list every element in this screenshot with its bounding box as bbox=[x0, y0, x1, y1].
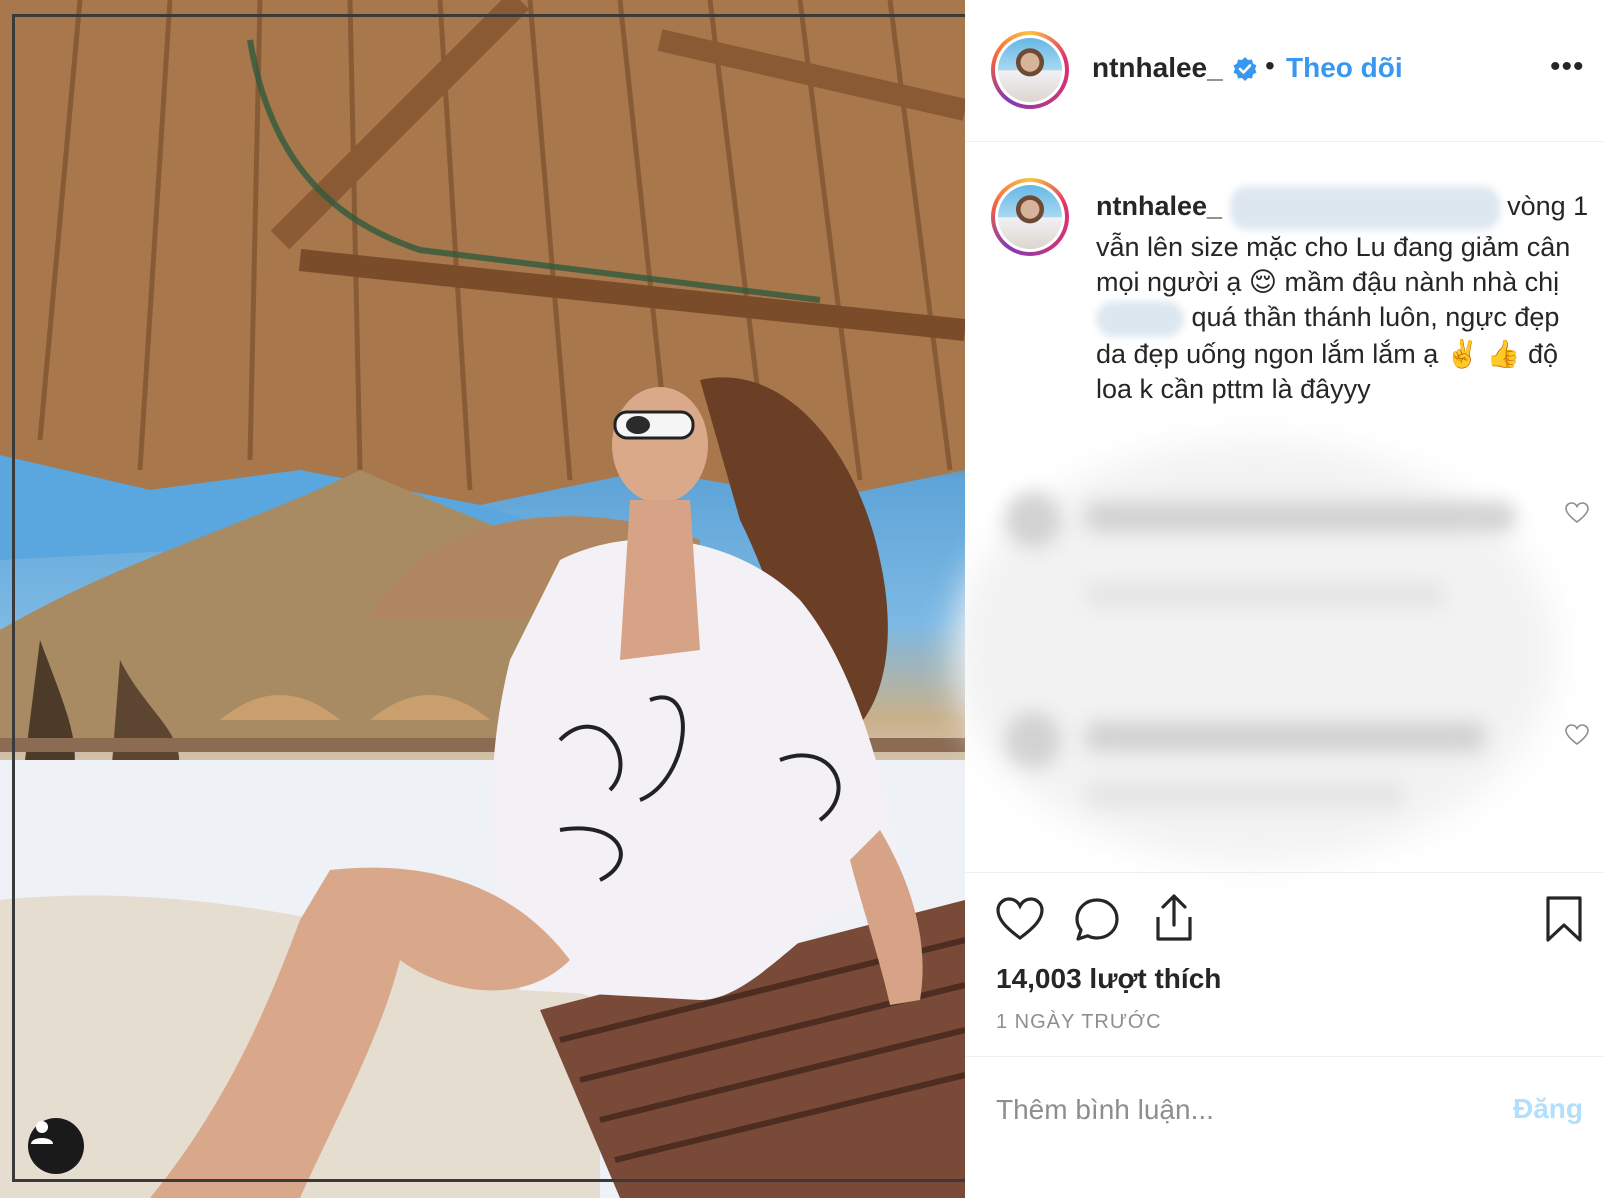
follow-button[interactable]: Theo dõi bbox=[1286, 52, 1403, 84]
comment-like-icon[interactable] bbox=[1565, 502, 1589, 524]
post-comment-button[interactable]: Đăng bbox=[1513, 1093, 1583, 1125]
comment-bubble-icon[interactable] bbox=[1074, 897, 1120, 943]
add-comment-bar: Đăng bbox=[965, 1056, 1604, 1182]
comment-like-icon[interactable] bbox=[1565, 724, 1589, 746]
blurred-comment-line bbox=[1085, 782, 1405, 808]
author-username[interactable]: ntnhalee_ bbox=[1092, 52, 1223, 84]
redacted-text bbox=[1229, 186, 1500, 230]
blurred-avatar bbox=[1005, 712, 1061, 768]
post-side-panel: ntnhalee_ • Theo dõi ••• ntnhalee_ vòng … bbox=[955, 14, 1604, 1182]
more-options-button[interactable]: ••• bbox=[1550, 50, 1585, 84]
comment-input[interactable] bbox=[996, 1085, 1466, 1135]
caption-username[interactable]: ntnhalee_ bbox=[1096, 191, 1222, 221]
post-actions: 14,003 lượt thích 1 NGÀY TRƯỚC bbox=[965, 872, 1604, 1058]
caption-author-avatar[interactable] bbox=[991, 178, 1069, 256]
author-avatar[interactable] bbox=[991, 31, 1069, 109]
redacted-text bbox=[1096, 300, 1184, 337]
blurred-comment-line bbox=[1085, 582, 1445, 608]
post-header: ntnhalee_ • Theo dõi ••• bbox=[965, 14, 1604, 142]
post-timestamp[interactable]: 1 NGÀY TRƯỚC bbox=[996, 1011, 1162, 1034]
comments-list bbox=[955, 442, 1604, 862]
blurred-comment-line bbox=[1085, 722, 1485, 752]
caption-text: ntnhalee_ vòng 1 vẫn lên size mặc cho Lu… bbox=[1096, 186, 1596, 407]
blurred-avatar bbox=[1005, 492, 1061, 548]
share-icon[interactable] bbox=[1152, 893, 1196, 943]
likes-count[interactable]: 14,003 lượt thích bbox=[996, 963, 1221, 995]
header-separator: • bbox=[1265, 50, 1275, 81]
blurred-comment-line bbox=[1085, 502, 1515, 532]
verified-badge-icon bbox=[1233, 57, 1257, 81]
heart-icon[interactable] bbox=[996, 897, 1044, 941]
bookmark-icon[interactable] bbox=[1545, 895, 1583, 943]
